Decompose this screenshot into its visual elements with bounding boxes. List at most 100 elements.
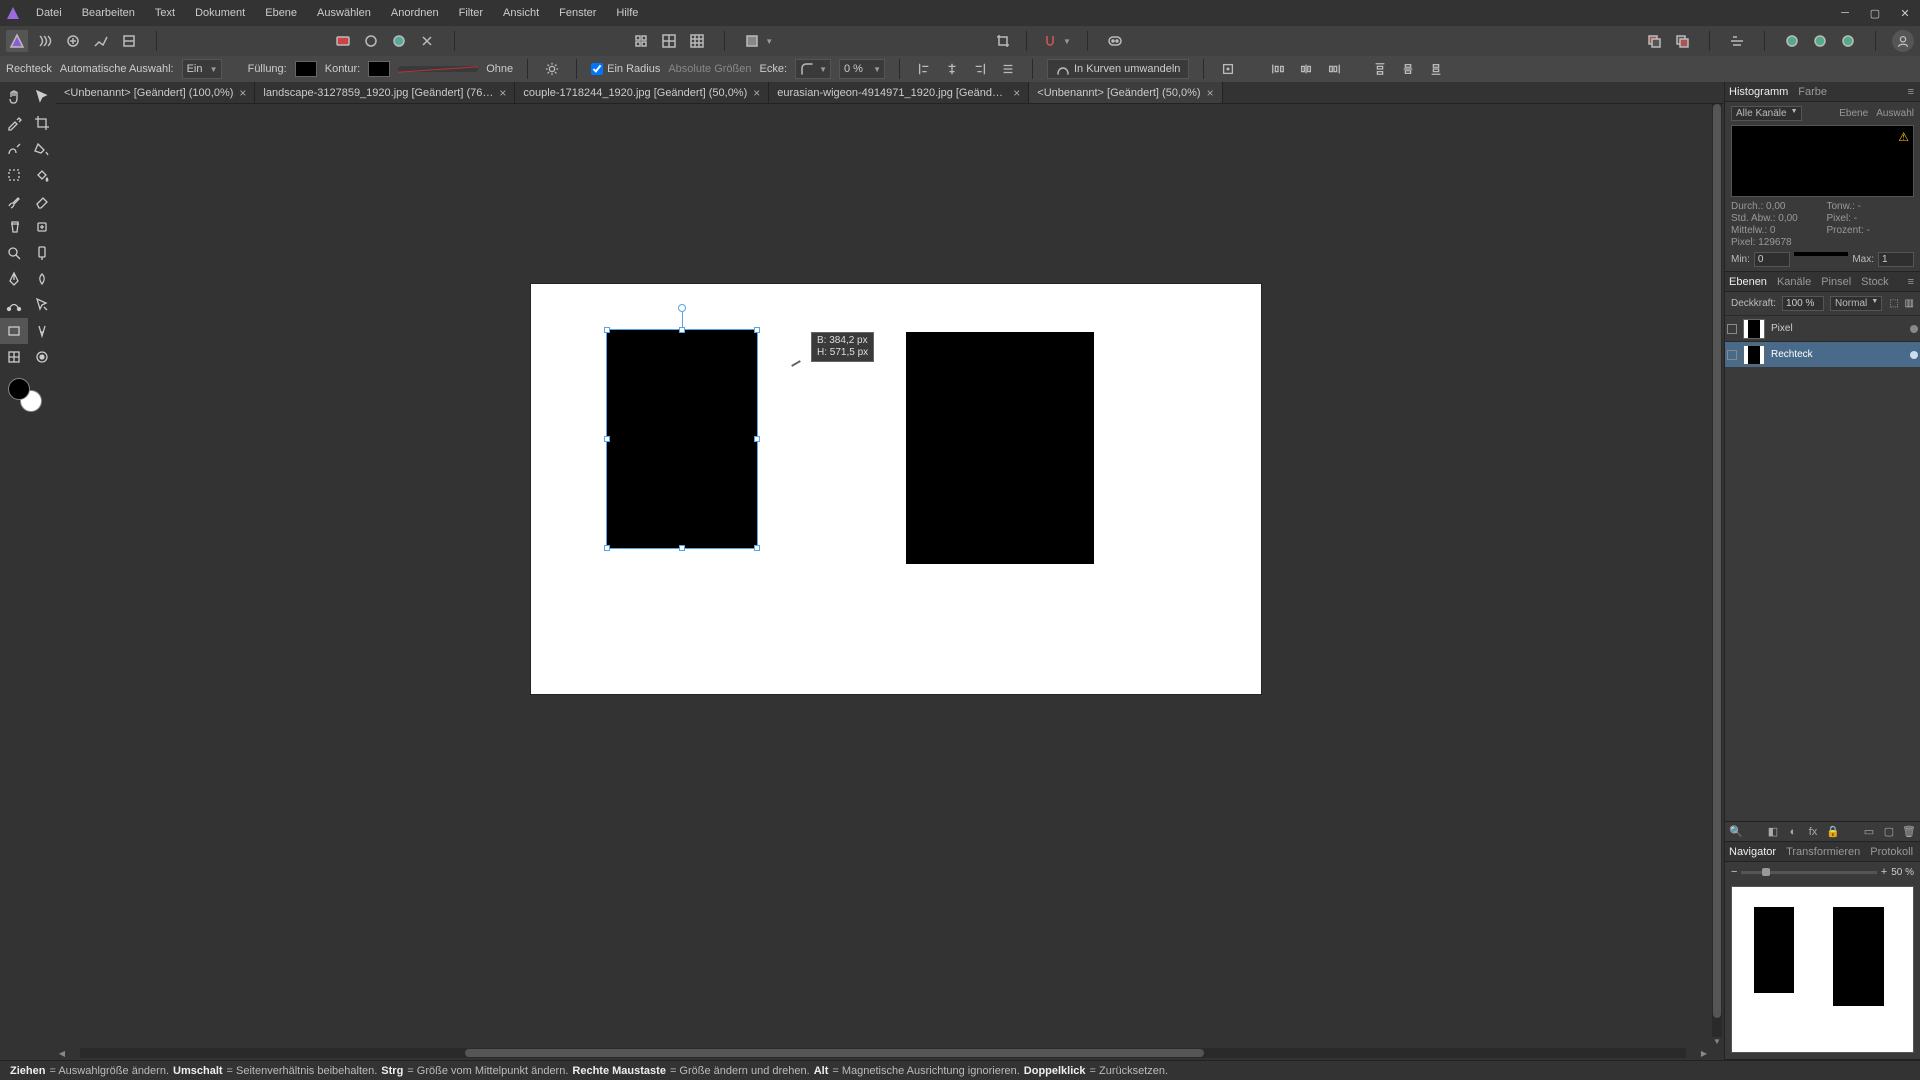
rectangle-tool[interactable] (0, 318, 28, 344)
menu-select[interactable]: Auswählen (307, 0, 381, 26)
distribute-h-center-icon[interactable] (1296, 59, 1316, 79)
resize-handle[interactable] (679, 327, 685, 333)
pen-tool[interactable] (0, 266, 28, 292)
flood-select-tool[interactable] (28, 136, 56, 162)
move-tool[interactable] (28, 84, 56, 110)
tab-brushes[interactable]: Pinsel (1821, 276, 1851, 288)
pixel-rectangle[interactable] (906, 332, 1094, 564)
zoom-tool[interactable] (0, 240, 28, 266)
resize-handle[interactable] (604, 436, 610, 442)
layer-row[interactable]: Pixel (1725, 315, 1920, 341)
panel-options-icon[interactable]: ≡ (1908, 276, 1916, 288)
panel-options-icon[interactable]: ≡ (1908, 86, 1916, 98)
crop-icon[interactable] (992, 30, 1014, 52)
persona-develop[interactable] (62, 30, 84, 52)
convert-to-curves-button[interactable]: In Kurven umwandeln (1047, 59, 1189, 79)
fill-swatch[interactable] (295, 61, 317, 77)
smudge-tool[interactable] (28, 266, 56, 292)
layer-visible-dot[interactable] (1910, 325, 1918, 333)
layer-visibility-toggle[interactable] (1727, 324, 1737, 334)
canvas[interactable]: B: 384,2 px H: 571,5 px (531, 284, 1261, 694)
color-wheel-icon[interactable] (388, 30, 410, 52)
text-tool[interactable] (28, 318, 56, 344)
delete-layer-icon[interactable]: 🗑 (1902, 825, 1916, 839)
tab-navigator[interactable]: Navigator (1729, 846, 1776, 858)
document-tab[interactable]: <Unbenannt> [Geändert] (100,0%) × (56, 82, 255, 103)
selection-brush-tool[interactable] (0, 136, 28, 162)
order-front-icon[interactable] (1671, 30, 1693, 52)
align-center-icon[interactable] (942, 59, 962, 79)
view-mode-dropdown[interactable]: ▼ (741, 30, 773, 52)
share-cloud-icon[interactable] (1837, 30, 1859, 52)
layer-visibility-toggle[interactable] (1727, 350, 1737, 360)
distribute-h-right-icon[interactable] (1324, 59, 1344, 79)
blend-mode-dropdown[interactable]: Normal▼ (1830, 296, 1882, 311)
flood-fill-tool[interactable] (28, 162, 56, 188)
resize-handle[interactable] (754, 545, 760, 551)
menu-window[interactable]: Fenster (549, 0, 606, 26)
align-justify-icon[interactable] (998, 59, 1018, 79)
minimize-button[interactable]: ─ (1830, 0, 1860, 26)
menu-view[interactable]: Ansicht (493, 0, 549, 26)
close-tab-icon[interactable]: × (1207, 86, 1214, 100)
tab-color[interactable]: Farbe (1798, 86, 1827, 98)
photo-mode-icon[interactable] (332, 30, 354, 52)
close-tab-icon[interactable]: × (1013, 86, 1020, 100)
distribute-v-top-icon[interactable] (1370, 59, 1390, 79)
tab-layers[interactable]: Ebenen (1729, 276, 1767, 288)
grid-large-icon[interactable] (686, 30, 708, 52)
menu-edit[interactable]: Bearbeiten (72, 0, 145, 26)
persona-photo[interactable] (6, 30, 28, 52)
resize-handle[interactable] (754, 436, 760, 442)
histogram-layer-label[interactable]: Ebene (1839, 108, 1868, 119)
histogram-selection-label[interactable]: Auswahl (1876, 108, 1914, 119)
corner-value-input[interactable]: 0 % ▼ (839, 59, 885, 79)
adjustment-layer-icon[interactable]: ◐ (1786, 825, 1800, 839)
absolute-sizes-label[interactable]: Absolute Größen (668, 63, 751, 75)
transform-origin-icon[interactable] (1218, 59, 1238, 79)
hand-tool[interactable] (0, 84, 28, 110)
menu-file[interactable]: Datei (26, 0, 72, 26)
lock-children-icon[interactable]: ▥ (1903, 298, 1915, 310)
autolevels-icon[interactable] (416, 30, 438, 52)
erase-tool[interactable] (28, 188, 56, 214)
dodge-burn-tool[interactable] (28, 240, 56, 266)
distribute-v-center-icon[interactable] (1398, 59, 1418, 79)
auto-select-dropdown[interactable]: Ein ▼ (182, 59, 222, 79)
assistant-icon[interactable] (1104, 30, 1126, 52)
dodge-icon[interactable] (360, 30, 382, 52)
rotation-handle[interactable] (678, 304, 686, 312)
document-tab[interactable]: couple-1718244_1920.jpg [Geändert] (50,0… (515, 82, 769, 103)
opacity-input[interactable] (1782, 296, 1824, 311)
clone-tool[interactable] (0, 214, 28, 240)
tab-history[interactable]: Protokoll (1870, 846, 1913, 858)
histogram-max-input[interactable] (1878, 252, 1914, 267)
mesh-tool[interactable] (0, 344, 28, 370)
tab-histogram[interactable]: Histogramm (1729, 86, 1788, 98)
one-radius-checkbox[interactable]: Ein Radius (591, 63, 660, 75)
foreground-color[interactable] (8, 378, 30, 400)
scrollbar-thumb[interactable] (1713, 104, 1721, 1018)
heal-tool[interactable] (28, 214, 56, 240)
layer-name[interactable]: Rechteck (1771, 349, 1904, 360)
fx-layer-icon[interactable]: fx (1806, 825, 1820, 839)
layer-search-icon[interactable]: 🔍 (1729, 825, 1743, 839)
document-tab[interactable]: landscape-3127859_1920.jpg [Geändert] (7… (255, 82, 515, 103)
document-tab[interactable]: <Unbenannt> [Geändert] (50,0%) × (1029, 82, 1222, 103)
tab-transform[interactable]: Transformieren (1786, 846, 1860, 858)
resize-handle[interactable] (604, 327, 610, 333)
gear-icon[interactable] (542, 59, 562, 79)
zoom-in-button[interactable]: + (1881, 866, 1887, 878)
persona-export[interactable] (118, 30, 140, 52)
color-picker-tool[interactable] (0, 110, 28, 136)
tab-stock[interactable]: Stock (1861, 276, 1889, 288)
scrollbar-thumb[interactable] (465, 1049, 1204, 1057)
menu-document[interactable]: Dokument (185, 0, 255, 26)
grid-medium-icon[interactable] (658, 30, 680, 52)
view-tool[interactable] (28, 344, 56, 370)
align-right-icon[interactable] (970, 59, 990, 79)
zoom-slider[interactable] (1741, 871, 1876, 874)
align-left-icon[interactable] (914, 59, 934, 79)
stroke-swatch[interactable] (368, 61, 390, 77)
brush-tool[interactable] (0, 188, 28, 214)
